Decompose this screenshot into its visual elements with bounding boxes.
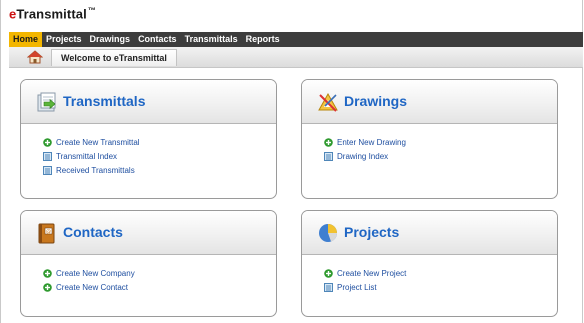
- nav-contacts[interactable]: Contacts: [134, 32, 181, 47]
- create-new-contact-link[interactable]: Create New Contact: [43, 280, 276, 294]
- app-logo: eTransmittal™: [9, 6, 96, 22]
- address-book-icon: @: [36, 222, 58, 244]
- home-icon[interactable]: [26, 50, 44, 64]
- add-icon: [43, 137, 52, 147]
- tab-welcome[interactable]: Welcome to eTransmittal: [51, 49, 177, 66]
- transmittal-icon: [36, 91, 58, 113]
- create-new-company-link[interactable]: Create New Company: [43, 266, 276, 280]
- add-icon: [324, 137, 333, 147]
- contacts-panel-title: Contacts: [63, 224, 123, 240]
- projects-panel-title: Projects: [344, 224, 400, 240]
- transmittal-index-link[interactable]: Transmittal Index: [43, 149, 276, 163]
- enter-new-drawing-link[interactable]: Enter New Drawing: [324, 135, 557, 149]
- contacts-panel-header: @ Contacts: [21, 211, 276, 255]
- drawings-panel: Drawings Enter New Drawing Drawing Index: [301, 79, 558, 199]
- create-new-transmittal-link[interactable]: Create New Transmittal: [43, 135, 276, 149]
- nav-reports[interactable]: Reports: [242, 32, 284, 47]
- pie-chart-icon: [317, 222, 339, 244]
- add-icon: [43, 268, 52, 278]
- create-new-project-link[interactable]: Create New Project: [324, 266, 557, 280]
- projects-panel: Projects Create New Project Project List: [301, 210, 558, 317]
- transmittals-panel: Transmittals Create New Transmittal Tran…: [20, 79, 277, 199]
- add-icon: [324, 268, 333, 278]
- svg-text:@: @: [46, 229, 51, 235]
- list-icon: [43, 165, 52, 175]
- nav-home[interactable]: Home: [9, 32, 43, 47]
- contacts-panel: @ Contacts Create New Company Create New…: [20, 210, 277, 317]
- drawings-panel-header: Drawings: [302, 80, 557, 124]
- breadcrumb: Welcome to eTransmittal: [9, 47, 583, 68]
- drawing-index-link[interactable]: Drawing Index: [324, 149, 557, 163]
- list-icon: [324, 282, 333, 292]
- transmittals-panel-header: Transmittals: [21, 80, 276, 124]
- list-icon: [324, 151, 333, 161]
- nav-transmittals[interactable]: Transmittals: [181, 32, 242, 47]
- drafting-tools-icon: [317, 91, 339, 113]
- main-nav: Home Projects Drawings Contacts Transmit…: [9, 32, 583, 47]
- add-icon: [43, 282, 52, 292]
- projects-panel-header: Projects: [302, 211, 557, 255]
- nav-projects[interactable]: Projects: [42, 32, 86, 47]
- transmittals-panel-title: Transmittals: [63, 93, 146, 109]
- drawings-panel-title: Drawings: [344, 93, 408, 109]
- received-transmittals-link[interactable]: Received Transmittals: [43, 163, 276, 177]
- list-icon: [43, 151, 52, 161]
- project-list-link[interactable]: Project List: [324, 280, 557, 294]
- nav-drawings[interactable]: Drawings: [86, 32, 135, 47]
